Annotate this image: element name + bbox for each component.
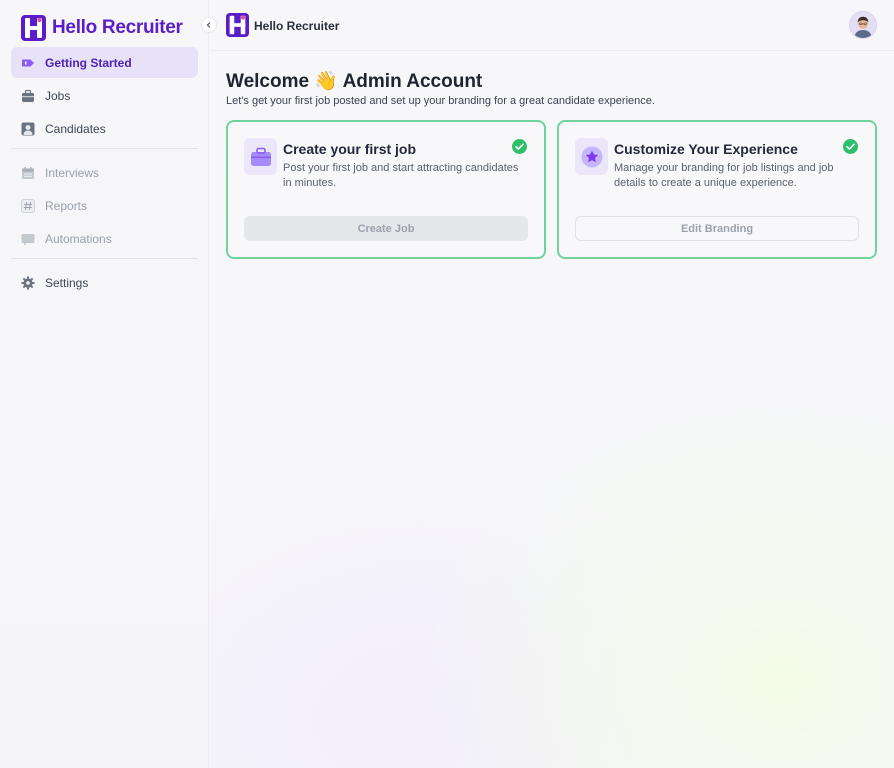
card-icon-container [575, 138, 608, 175]
brand-name: Hello Recruiter [52, 17, 183, 38]
sidebar-divider [11, 258, 198, 259]
sidebar-item-automations[interactable]: Automations [11, 223, 198, 254]
card-icon-container [244, 138, 277, 175]
sidebar-item-label: Jobs [45, 88, 71, 103]
sidebar-item-getting-started[interactable]: Getting Started [11, 47, 198, 78]
brand-logo-icon [21, 15, 46, 41]
sidebar-item-label: Automations [45, 231, 112, 246]
page-subtitle: Let's get your first job posted and set … [226, 95, 655, 107]
header-logo-icon [226, 13, 249, 37]
card-description: Post your first job and start attracting… [283, 162, 519, 189]
briefcase-icon [250, 147, 271, 166]
sidebar: Hello Recruiter Getting Started Jobs Can… [0, 0, 209, 768]
hash-icon [21, 198, 35, 213]
page-title: Welcome 👋 Admin Account [226, 71, 483, 92]
sidebar-item-settings[interactable]: Settings [11, 267, 198, 298]
calendar-icon [22, 166, 34, 179]
check-circle-icon [512, 139, 527, 154]
brand[interactable]: Hello Recruiter [21, 14, 183, 42]
sidebar-nav: Getting Started Jobs Candidates Intervie… [11, 47, 198, 300]
edit-branding-button[interactable]: Edit Branding [575, 216, 859, 241]
avatar[interactable] [849, 11, 877, 39]
sidebar-item-label: Settings [45, 275, 89, 290]
sidebar-item-label: Candidates [45, 121, 106, 136]
header-title: Hello Recruiter [254, 19, 340, 33]
sidebar-divider [11, 148, 198, 149]
chat-icon [21, 233, 35, 245]
briefcase-icon [22, 89, 34, 102]
card-title: Customize Your Experience [614, 141, 798, 157]
star-icon [581, 146, 602, 167]
gear-icon [21, 276, 35, 289]
sidebar-item-interviews[interactable]: Interviews [11, 157, 198, 188]
sidebar-item-reports[interactable]: Reports [11, 190, 198, 221]
tag-icon [22, 59, 34, 66]
create-job-card: Create your first job Post your first jo… [226, 120, 546, 259]
sidebar-item-label: Reports [45, 198, 88, 213]
person-icon [21, 122, 35, 135]
card-description: Manage your branding for job listings an… [614, 162, 834, 189]
sidebar-item-label: Getting Started [45, 55, 132, 70]
sidebar-item-label: Interviews [45, 165, 100, 180]
sidebar-item-jobs[interactable]: Jobs [11, 80, 198, 111]
user-avatar-icon [850, 12, 876, 38]
sidebar-item-candidates[interactable]: Candidates [11, 113, 198, 144]
customize-experience-card: Customize Your Experience Manage your br… [557, 120, 877, 259]
check-circle-icon [843, 139, 858, 154]
create-job-button[interactable]: Create Job [244, 216, 528, 241]
card-title: Create your first job [283, 141, 417, 157]
top-bar: Hello Recruiter [210, 0, 894, 51]
